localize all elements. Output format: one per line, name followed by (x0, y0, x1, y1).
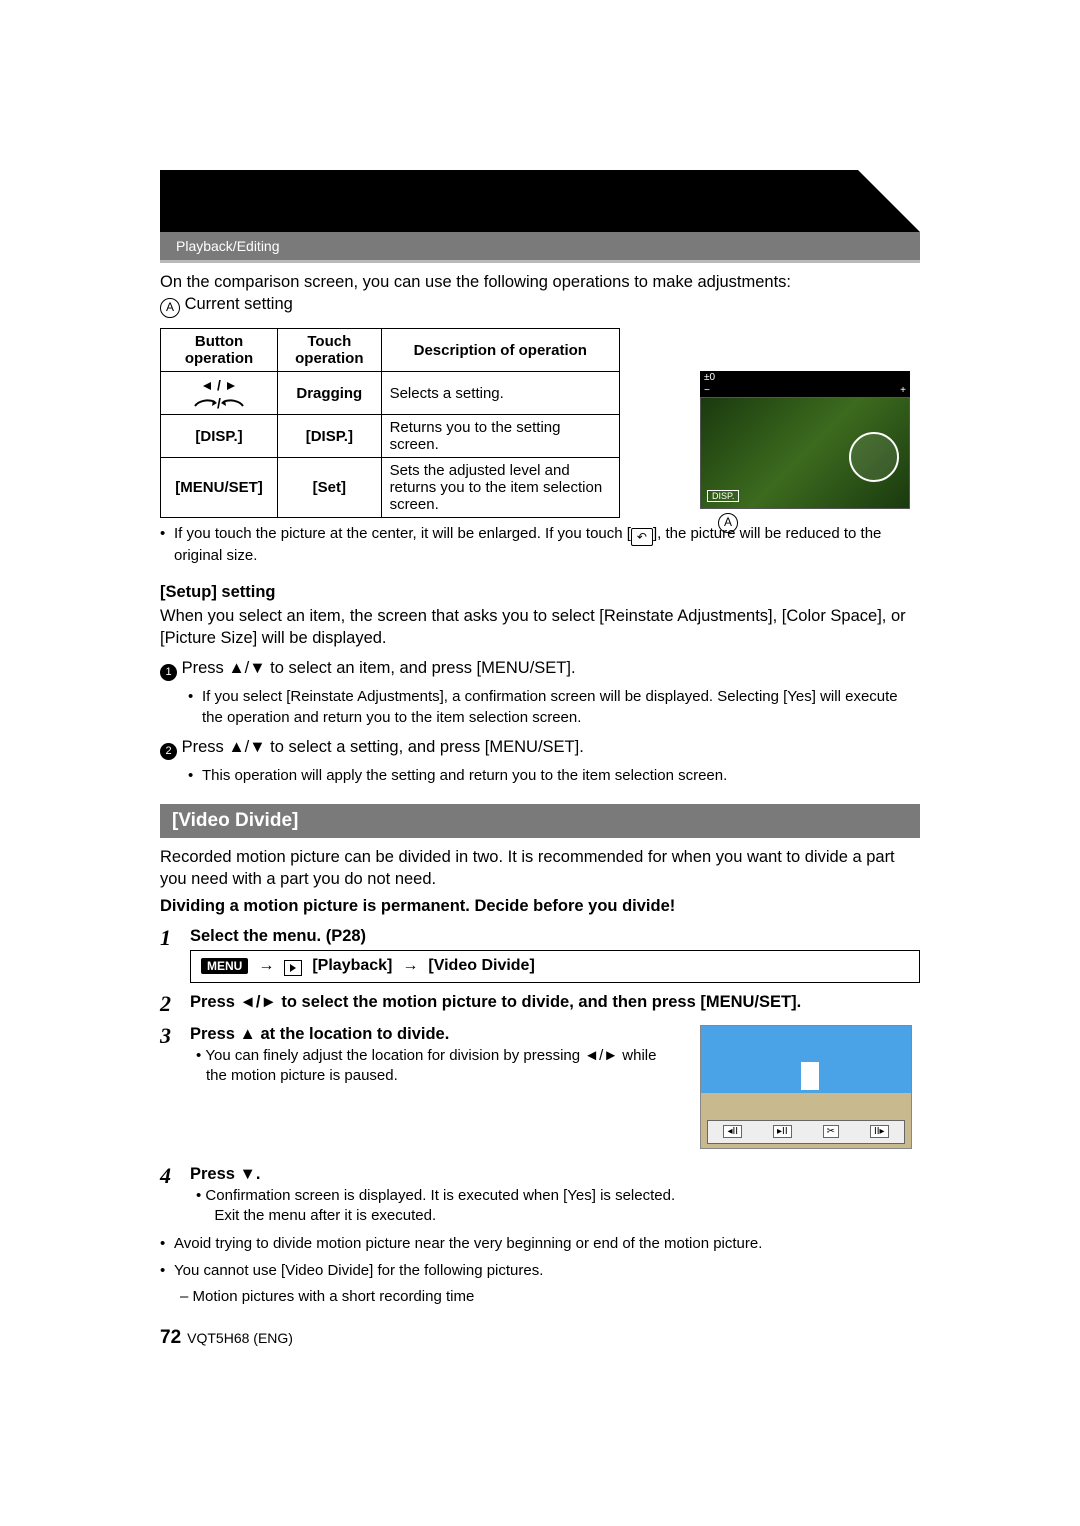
playback-icon (284, 960, 302, 976)
enlarge-note: • If you touch the picture at the center… (160, 524, 920, 566)
col-touch-op: Touch operation (278, 329, 381, 372)
setup-desc: When you select an item, the screen that… (160, 605, 920, 650)
dial-icon: / / (189, 376, 249, 410)
marker-a-icon: A (160, 298, 180, 318)
step1-text: Select the menu. (P28) (190, 927, 920, 946)
intro-text: On the comparison screen, you can use th… (160, 271, 920, 318)
svg-text:/: / (217, 377, 221, 393)
vd-note2: •You cannot use [Video Divide] for the f… (160, 1261, 920, 1281)
step2-text: Press ◄/► to select the motion picture t… (190, 993, 920, 1015)
col-desc: Description of operation (381, 329, 619, 372)
row1-button: / / (161, 372, 278, 415)
page-footer: 72 VQT5H68 (ENG) (160, 1327, 920, 1349)
svg-text:/: / (217, 395, 221, 410)
vd-desc: Recorded motion picture can be divided i… (160, 846, 920, 891)
step4-text: Press ▼. (190, 1165, 920, 1184)
step-number-2: 2 (160, 993, 190, 1015)
step3-sub: • You can finely adjust the location for… (190, 1046, 680, 1087)
row1-desc: Selects a setting. (381, 372, 619, 415)
row2-desc: Returns you to the setting screen. (381, 415, 619, 458)
ctrl-rew-icon: ◂II (723, 1125, 742, 1138)
marker-a-icon: A (718, 513, 738, 533)
doc-code: VQT5H68 (ENG) (187, 1330, 293, 1346)
setup-heading: [Setup] setting (160, 581, 920, 603)
breadcrumb: Playback/Editing (176, 238, 280, 254)
page-number: 72 (160, 1327, 181, 1349)
col-button-op: Button operation (161, 329, 278, 372)
setup-step1-sub: •If you select [Reinstate Adjustments], … (160, 687, 920, 728)
operation-table: Button operation Touch operation Descrip… (160, 328, 620, 518)
step-1-icon: 1 (160, 664, 177, 681)
row2-touch: [DISP.] (278, 415, 381, 458)
comparison-illustration: ±0 − + DISP. A (700, 371, 910, 509)
step3-text: Press ▲ at the location to divide. (190, 1025, 680, 1044)
setup-step2-sub: •This operation will apply the setting a… (160, 766, 920, 786)
video-divide-heading: [Video Divide] (160, 804, 920, 838)
setup-step1: 1 Press ▲/▼ to select an item, and press… (160, 657, 920, 681)
vd-note1: •Avoid trying to divide motion picture n… (160, 1234, 920, 1254)
header-band (160, 170, 920, 232)
divider (160, 260, 920, 263)
step-number-4: 4 (160, 1165, 190, 1227)
step-number-1: 1 (160, 927, 190, 983)
step-number-3: 3 (160, 1025, 190, 1149)
row3-desc: Sets the adjusted level and returns you … (381, 458, 619, 518)
vd-warning: Dividing a motion picture is permanent. … (160, 895, 920, 917)
touch-hand-icon (849, 432, 899, 482)
row3-touch: [Set] (278, 458, 381, 518)
undo-icon: ↶ (631, 528, 653, 546)
row1-touch: Dragging (278, 372, 381, 415)
ctrl-fwd-icon: II▸ (870, 1125, 889, 1138)
menu-path: MENU → [Playback] → [Video Divide] (190, 950, 920, 983)
row2-button: [DISP.] (161, 415, 278, 458)
breadcrumb-band: Playback/Editing (160, 232, 920, 260)
ctrl-divide-icon: ✂ (823, 1125, 839, 1138)
vd-note2a: – Motion pictures with a short recording… (160, 1287, 920, 1307)
step-2-icon: 2 (160, 743, 177, 760)
setup-step2: 2 Press ▲/▼ to select a setting, and pre… (160, 736, 920, 760)
step4-sub1: • Confirmation screen is displayed. It i… (190, 1186, 920, 1227)
video-divide-illustration: ◂II ▸II ✂ II▸ (700, 1025, 912, 1149)
menu-icon: MENU (201, 958, 248, 974)
row3-button: [MENU/SET] (161, 458, 278, 518)
ctrl-playpause-icon: ▸II (773, 1125, 792, 1138)
disp-overlay: DISP. (707, 490, 739, 502)
